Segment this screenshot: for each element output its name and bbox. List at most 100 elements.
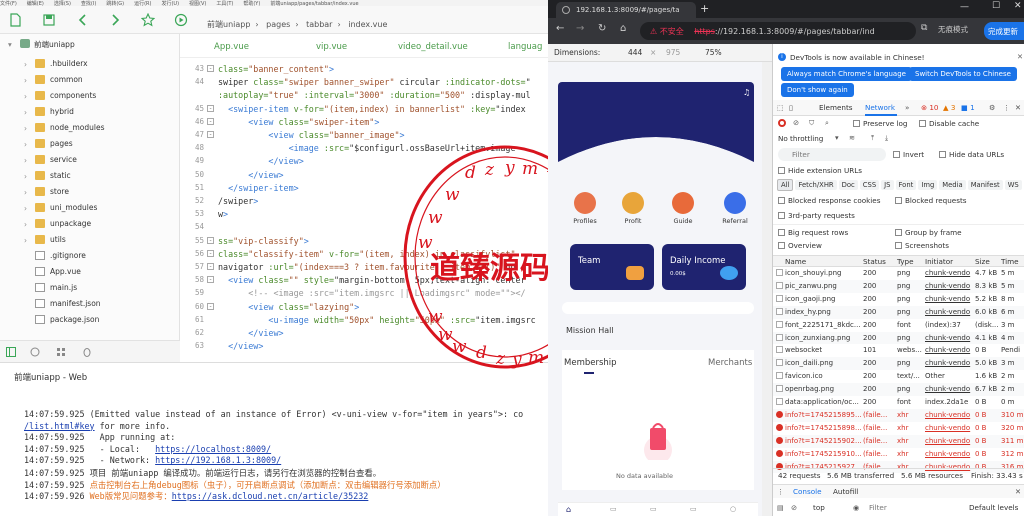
tree-item[interactable]: main.js <box>0 280 180 296</box>
minimize-icon[interactable]: — <box>960 2 969 12</box>
project-root[interactable]: ▾ 前端uniapp <box>0 36 180 52</box>
tab-membership[interactable]: Membership <box>564 358 617 368</box>
close-drawer-icon[interactable]: ✕ <box>1015 487 1021 496</box>
line-number[interactable]: 53 <box>184 209 204 218</box>
line-number[interactable]: 55 <box>184 236 204 245</box>
line-number[interactable]: 43 <box>184 64 204 73</box>
breadcrumb-item[interactable]: 前端uniapp <box>207 20 250 29</box>
network-row[interactable]: info?t=1745215902... (faile... xhr chunk-ve… <box>773 434 1024 448</box>
console-text[interactable]: /list.html#key for more info. <box>24 421 170 431</box>
tab-console[interactable]: Console <box>793 487 822 496</box>
console-link[interactable]: https://ask.dcloud.net.cn/article/35232 <box>172 491 369 501</box>
network-row[interactable]: favicon.ico 200 text/... Other 1.6 kB 2 m <box>773 370 1024 384</box>
line-number[interactable]: 63 <box>184 341 204 350</box>
context-select[interactable]: top <box>813 503 825 512</box>
tree-item[interactable]: › common <box>0 72 180 88</box>
type-filter-ws[interactable]: WS <box>1004 180 1022 190</box>
type-filter-manifest[interactable]: Manifest <box>967 180 1003 190</box>
tree-item[interactable]: › uni_modules <box>0 200 180 216</box>
col-type[interactable]: Type <box>897 257 914 266</box>
line-number[interactable]: 47 <box>184 130 204 139</box>
line-number[interactable]: 51 <box>184 183 204 192</box>
tree-item[interactable]: › utils <box>0 232 180 248</box>
tab-vip-vue[interactable]: vip.vue <box>316 42 347 52</box>
type-filter-media[interactable]: Media <box>939 180 966 190</box>
fold-toggle-icon[interactable]: - <box>207 263 214 270</box>
match-language-button[interactable]: Always match Chrome's language <box>781 67 912 81</box>
warning-count[interactable]: ▲ 3 <box>943 103 955 112</box>
network-row[interactable]: info?t=1745215898... (faile... xhr chunk-ve… <box>773 421 1024 435</box>
zoom-select[interactable]: 75% <box>705 48 722 57</box>
sidebar-icon[interactable]: ▤ <box>777 503 784 512</box>
line-number[interactable]: 62 <box>184 328 204 337</box>
device-width[interactable]: 444 <box>628 48 642 57</box>
network-row[interactable]: info?t=1745215895... (faile... xhr chunk-ve… <box>773 408 1024 422</box>
console-link[interactable]: https://localhost:8009/ <box>155 444 271 454</box>
close-banner-icon[interactable]: ✕ <box>1017 52 1023 61</box>
console-link[interactable]: https://192.168.1.3:8009/ <box>155 455 281 465</box>
tree-item[interactable]: › hybrid <box>0 104 180 120</box>
star-icon[interactable] <box>141 13 155 27</box>
settings-icon[interactable]: ⚙ <box>989 103 995 112</box>
overview-checkbox[interactable]: Overview <box>778 241 822 250</box>
type-filter-js[interactable]: JS <box>881 180 894 190</box>
network-row[interactable]: info?t=1745215910... (faile... xhr chunk-ve… <box>773 447 1024 461</box>
type-filter-doc[interactable]: Doc <box>838 180 858 190</box>
plugin-icon[interactable] <box>30 347 40 357</box>
line-number[interactable]: 56 <box>184 249 204 258</box>
bug-icon[interactable] <box>82 347 92 357</box>
clear-console-icon[interactable]: ⊘ <box>791 503 797 512</box>
update-button[interactable]: 完成更新 <box>984 22 1024 40</box>
device-icon[interactable]: ▯ <box>789 103 793 112</box>
tree-item[interactable]: .gitignore <box>0 248 180 264</box>
line-number[interactable]: 49 <box>184 156 204 165</box>
tree-item[interactable]: › components <box>0 88 180 104</box>
tab-video-detail[interactable]: video_detail.vue <box>398 42 468 52</box>
back-icon[interactable] <box>76 13 90 27</box>
grid-icon[interactable] <box>56 347 66 357</box>
clear-icon[interactable]: ⊘ <box>793 118 799 127</box>
tree-item[interactable]: › static <box>0 168 180 184</box>
line-number[interactable]: 45 <box>184 104 204 113</box>
switch-chinese-button[interactable]: Switch DevTools to Chinese <box>909 67 1017 81</box>
icon-profiles[interactable]: Profiles <box>570 192 600 225</box>
drawer-menu-icon[interactable]: ⋮ <box>777 487 784 496</box>
home-icon[interactable]: ⌂ <box>620 23 626 34</box>
device-height[interactable]: 975 <box>666 48 680 57</box>
network-row[interactable]: icon_gaoji.png 200 png chunk-vendo 5.2 kB 8 m <box>773 292 1024 306</box>
reload-icon[interactable]: ↻ <box>598 23 606 34</box>
headset-icon[interactable]: ♫ <box>743 88 750 97</box>
search-icon[interactable]: ⌕ <box>825 118 829 128</box>
tree-item[interactable]: › .hbuilderx <box>0 56 180 72</box>
viewport-scrollbar[interactable] <box>762 62 772 516</box>
forward-icon[interactable]: → <box>576 23 584 34</box>
tree-item[interactable]: package.json <box>0 312 180 328</box>
hide-data-urls-checkbox[interactable]: Hide data URLs <box>939 150 1004 159</box>
tree-item[interactable]: manifest.json <box>0 296 180 312</box>
breadcrumb-item[interactable]: tabbar <box>306 20 332 29</box>
code-editor[interactable]: 43- class="banner_content"> 44 swiper class… <box>180 58 548 362</box>
new-tab-icon[interactable]: + <box>700 2 709 15</box>
breadcrumb-item[interactable]: pages <box>266 20 290 29</box>
network-row[interactable]: icon_zunxiang.png 200 png chunk-vendo 4.1 kB… <box>773 331 1024 345</box>
forward-icon[interactable] <box>108 13 122 27</box>
maximize-icon[interactable]: ☐ <box>992 1 1000 11</box>
network-row[interactable]: font_2225171_8kdc... 200 font (index):37 (di… <box>773 318 1024 332</box>
col-initiator[interactable]: Initiator <box>925 257 953 266</box>
line-number[interactable]: 57 <box>184 262 204 271</box>
type-filter-font[interactable]: Font <box>895 180 917 190</box>
line-number[interactable]: 46 <box>184 117 204 126</box>
filter-input[interactable]: Filter <box>778 148 886 161</box>
network-row[interactable]: index_hy.png 200 png chunk-vendo 6.0 kB 6 m <box>773 305 1024 319</box>
tab-app-vue[interactable]: App.vue <box>214 42 249 52</box>
line-number[interactable]: 48 <box>184 143 204 152</box>
fold-toggle-icon[interactable]: - <box>207 131 214 138</box>
network-row[interactable]: icon_shouyi.png 200 png chunk-vendo 4.7 kB 5 … <box>773 267 1024 280</box>
type-filter-css[interactable]: CSS <box>859 180 880 190</box>
type-filter-img[interactable]: Img <box>918 180 938 190</box>
col-status[interactable]: Status <box>863 257 886 266</box>
home-icon[interactable]: ⌂ <box>566 505 571 514</box>
screenshots-checkbox[interactable]: Screenshots <box>895 241 949 250</box>
line-number[interactable]: 61 <box>184 315 204 324</box>
line-number[interactable]: 44 <box>184 77 204 86</box>
